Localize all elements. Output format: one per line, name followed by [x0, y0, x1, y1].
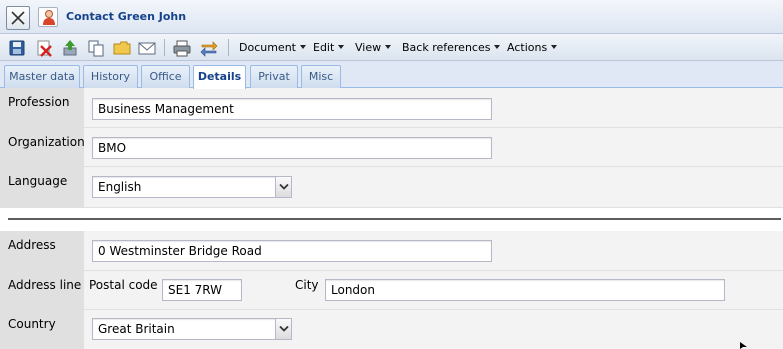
- upload-icon[interactable]: [61, 39, 79, 57]
- mouse-cursor-icon: [740, 342, 747, 349]
- menu-view[interactable]: View: [355, 41, 392, 54]
- city-field[interactable]: London: [325, 279, 725, 301]
- menu-back-references[interactable]: Back references: [402, 41, 501, 54]
- chevron-down-icon: [300, 45, 306, 49]
- address-label: Address: [0, 231, 84, 270]
- window-title: Contact Green John: [66, 10, 187, 23]
- chevron-down-icon: [279, 326, 289, 332]
- toolbar: Document Edit View Back references Actio…: [0, 34, 783, 61]
- language-value: English: [98, 180, 142, 194]
- menu-actions[interactable]: Actions: [507, 41, 558, 54]
- country-select[interactable]: Great Britain: [92, 318, 292, 340]
- mail-icon[interactable]: [138, 39, 156, 57]
- window-titlebar: Contact Green John: [0, 0, 783, 34]
- address-line-label: Address line: [0, 271, 84, 309]
- chevron-down-icon: [551, 45, 558, 49]
- save-icon[interactable]: [8, 39, 26, 57]
- chevron-down-icon: [385, 45, 392, 49]
- tab-master-data[interactable]: Master data: [4, 65, 80, 88]
- language-label: Language: [0, 167, 84, 207]
- dropdown-button[interactable]: [275, 319, 291, 339]
- profession-field[interactable]: Business Management: [92, 98, 492, 120]
- address-field[interactable]: 0 Westminster Bridge Road: [92, 240, 492, 262]
- profession-row: Profession Business Management: [0, 88, 783, 128]
- close-button[interactable]: [6, 6, 30, 30]
- section-divider: [8, 218, 781, 220]
- country-row: Country Great Britain: [0, 310, 783, 349]
- language-row: Language English: [0, 167, 783, 208]
- tab-history[interactable]: History: [83, 65, 138, 88]
- exchange-icon[interactable]: [200, 39, 218, 57]
- tab-office[interactable]: Office: [141, 65, 190, 88]
- delete-icon[interactable]: [35, 39, 53, 57]
- tab-privat[interactable]: Privat: [250, 65, 298, 88]
- chevron-down-icon: [279, 184, 289, 190]
- details-form: Profession Business Management Organizat…: [0, 88, 783, 349]
- profession-label: Profession: [0, 88, 84, 127]
- copy-icon[interactable]: [87, 39, 105, 57]
- organization-label: Organization: [0, 128, 85, 166]
- tab-strip: Master data History Office Details Priva…: [0, 61, 783, 89]
- chevron-down-icon: [494, 45, 501, 49]
- tab-misc[interactable]: Misc: [301, 65, 341, 88]
- country-label: Country: [0, 310, 84, 349]
- address-line-row: Address line Postal code SE1 7RW City Lo…: [0, 271, 783, 310]
- toolbar-separator: [164, 39, 165, 56]
- organization-row: Organization BMO: [0, 128, 783, 167]
- print-icon[interactable]: [173, 39, 191, 57]
- country-value: Great Britain: [98, 322, 175, 336]
- language-select[interactable]: English: [92, 176, 292, 198]
- city-label: City: [295, 278, 319, 292]
- toolbar-separator: [228, 39, 229, 56]
- folder-icon[interactable]: [113, 39, 131, 57]
- organization-field[interactable]: BMO: [92, 137, 492, 159]
- menu-edit[interactable]: Edit: [313, 41, 345, 54]
- dropdown-button[interactable]: [275, 177, 291, 197]
- chevron-down-icon: [338, 45, 345, 49]
- address-row: Address 0 Westminster Bridge Road: [0, 231, 783, 271]
- menu-document[interactable]: Document: [239, 41, 306, 54]
- close-icon: [11, 11, 25, 25]
- section-divider-row: [0, 208, 783, 231]
- tab-details[interactable]: Details: [193, 65, 246, 89]
- postal-code-field[interactable]: SE1 7RW: [162, 279, 242, 301]
- contact-icon: [38, 7, 58, 27]
- postal-code-label: Postal code: [89, 278, 158, 292]
